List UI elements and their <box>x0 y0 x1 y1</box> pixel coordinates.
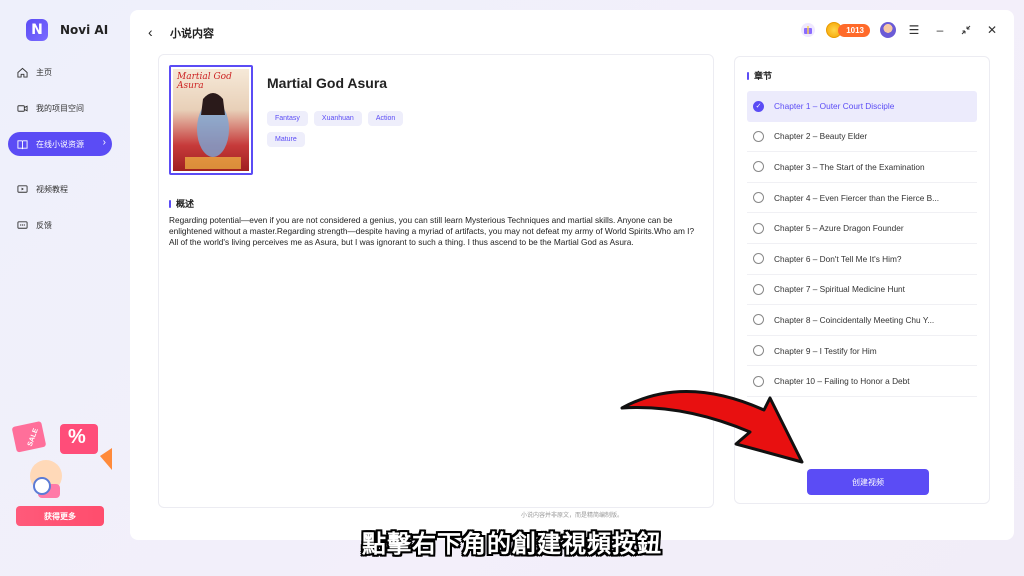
footnote: 小说内容并非原文，而是精简编制版。 <box>520 513 623 519</box>
sidebar-item-home[interactable]: 主页 <box>8 60 112 84</box>
book-detail-card: Martial God Asura Martial God Asura Fant… <box>158 54 714 508</box>
app-logo-icon: N <box>26 19 48 41</box>
radio-icon <box>753 345 764 357</box>
chapter-list: ✓ Chapter 1 – Outer Court Disciple Chapte… <box>747 91 977 397</box>
radio-icon <box>753 161 764 173</box>
app-name: Novi AI <box>60 23 109 37</box>
synopsis-text: Regarding potential—even if you are not … <box>169 215 695 247</box>
avatar[interactable] <box>880 22 896 38</box>
chapter-item[interactable]: Chapter 4 – Even Fiercer than the Fierce… <box>747 183 977 214</box>
sidebar-item-label: 主页 <box>36 67 52 77</box>
tutorial-icon <box>16 183 28 195</box>
create-video-button[interactable]: 创建视频 <box>807 469 929 495</box>
radio-icon <box>753 130 764 142</box>
chapter-item[interactable]: Chapter 10 – Failing to Honor a Debt <box>747 366 977 397</box>
sidebar-item-label: 反馈 <box>36 220 52 230</box>
minimize-icon[interactable]: – <box>932 22 948 38</box>
sidebar: N Novi AI 主页 我的项目空间 在线小说资源 › 视频教程 反馈 SAL… <box>0 0 130 548</box>
main-panel: ‹ 小说内容 1013 ☰ – ✕ Martial God Asura Mart… <box>130 10 1014 540</box>
genre-tag: Fantasy <box>267 111 308 126</box>
back-icon[interactable]: ‹ <box>148 24 153 40</box>
coin-count: 1013 <box>838 23 870 37</box>
chapter-item[interactable]: Chapter 8 – Coincidentally Meeting Chu Y… <box>747 305 977 336</box>
sidebar-item-novels[interactable]: 在线小说资源 › <box>8 132 112 156</box>
chapter-item[interactable]: Chapter 5 – Azure Dragon Founder <box>747 213 977 244</box>
coin-badge[interactable]: 1013 <box>826 22 870 38</box>
page-title: 小说内容 <box>170 28 214 40</box>
cover-title: Martial God Asura <box>177 72 232 91</box>
book-cover: Martial God Asura <box>169 65 253 175</box>
video-subtitle: 點擊右下角的創建視頻按鈕 <box>362 530 662 558</box>
menu-icon[interactable]: ☰ <box>906 22 922 38</box>
home-icon <box>16 66 28 78</box>
radio-icon <box>753 375 764 387</box>
video-icon <box>16 102 28 114</box>
sidebar-item-feedback[interactable]: 反馈 <box>8 213 112 237</box>
sidebar-item-projects[interactable]: 我的项目空间 <box>8 96 112 120</box>
chevron-right-icon: › <box>102 137 106 148</box>
topbar: ‹ 小说内容 1013 ☰ – ✕ <box>130 10 1014 52</box>
book-icon <box>16 138 28 150</box>
get-more-button[interactable]: 获得更多 <box>16 506 104 526</box>
radio-icon <box>753 192 764 204</box>
sidebar-item-tutorials[interactable]: 视频教程 <box>8 177 112 201</box>
restore-icon[interactable] <box>958 22 974 38</box>
check-icon: ✓ <box>753 100 764 112</box>
sidebar-item-label: 视频教程 <box>36 184 68 194</box>
book-title: Martial God Asura <box>267 75 388 91</box>
promo-percent-label: % <box>68 426 86 448</box>
chapter-item[interactable]: Chapter 6 – Don't Tell Me It's Him? <box>747 244 977 275</box>
brand: N Novi AI <box>26 19 108 41</box>
feedback-icon <box>16 219 28 231</box>
genre-tag: Xuanhuan <box>313 111 362 126</box>
radio-icon <box>753 283 764 295</box>
close-icon[interactable]: ✕ <box>984 22 1000 38</box>
genre-tag: Mature <box>267 132 305 147</box>
radio-icon <box>753 253 764 265</box>
gift-icon[interactable] <box>800 22 816 38</box>
chapter-item[interactable]: ✓ Chapter 1 – Outer Court Disciple <box>747 91 977 122</box>
chapter-panel: 章节 ✓ Chapter 1 – Outer Court Disciple Cha… <box>734 56 990 504</box>
chapter-item[interactable]: Chapter 7 – Spiritual Medicine Hunt <box>747 275 977 306</box>
genre-tags: Fantasy Xuanhuan Action Mature <box>267 111 447 147</box>
chapter-heading: 章节 <box>747 69 772 82</box>
radio-icon <box>753 314 764 326</box>
radio-icon <box>753 222 764 234</box>
topbar-actions: 1013 ☰ – ✕ <box>800 22 1000 38</box>
chapter-item[interactable]: Chapter 2 – Beauty Elder <box>747 122 977 153</box>
chapter-item[interactable]: Chapter 3 – The Start of the Examination <box>747 152 977 183</box>
promo-illustration: SALE % <box>8 410 118 502</box>
sidebar-item-label: 在线小说资源 <box>36 139 84 149</box>
genre-tag: Action <box>367 111 404 126</box>
synopsis-heading: 概述 <box>169 197 194 210</box>
sidebar-item-label: 我的项目空间 <box>36 103 84 113</box>
chapter-item[interactable]: Chapter 9 – I Testify for Him <box>747 336 977 367</box>
